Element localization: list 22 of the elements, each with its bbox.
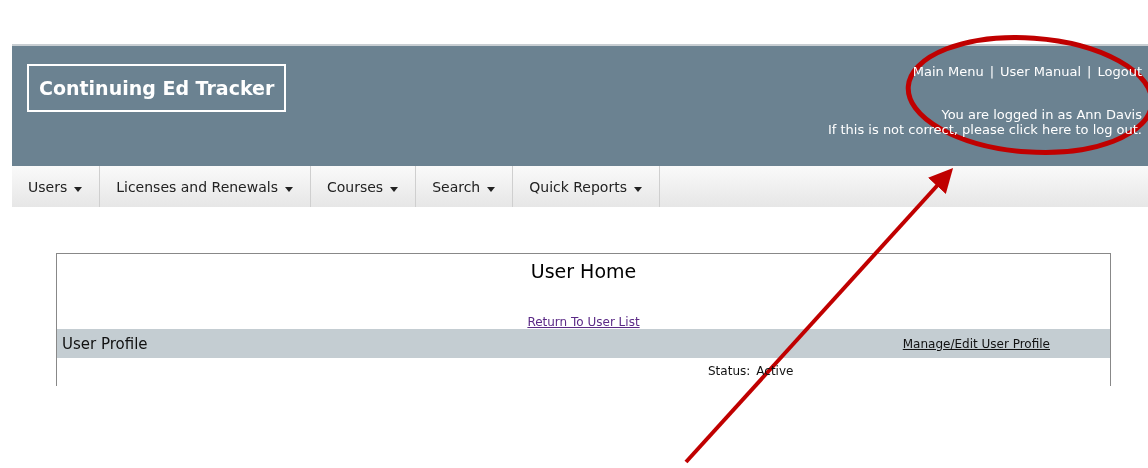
menu-item[interactable]: Users (12, 166, 101, 207)
click-here-link[interactable]: click here (1008, 122, 1072, 137)
link-separator: | (1087, 64, 1092, 79)
menu-item[interactable]: Courses (310, 166, 417, 207)
manage-profile-link[interactable]: Manage/Edit User Profile (902, 336, 1050, 351)
menu-item[interactable]: Quick Reports (513, 166, 660, 207)
caret-icon (74, 186, 83, 192)
section-title: User Profile (62, 334, 148, 353)
login-status-text: You are logged in as Ann Davis (941, 107, 1142, 122)
link-separator: | (989, 64, 995, 79)
menu-item[interactable]: Licenses and Renewals (100, 166, 311, 207)
page-title: User Home (529, 259, 638, 284)
caret-icon (634, 186, 642, 192)
app-logo[interactable]: Continuing Ed Tracker (27, 64, 287, 112)
caret-icon (390, 186, 399, 192)
return-link[interactable]: Return To User List (527, 315, 640, 329)
menu-item[interactable]: Search (416, 166, 514, 207)
header-link[interactable]: Main Menu (912, 64, 984, 79)
status-label: Status: (708, 364, 751, 378)
caret-icon (487, 186, 496, 192)
header-link[interactable]: User Manual (1000, 64, 1082, 79)
caret-icon (284, 186, 293, 192)
